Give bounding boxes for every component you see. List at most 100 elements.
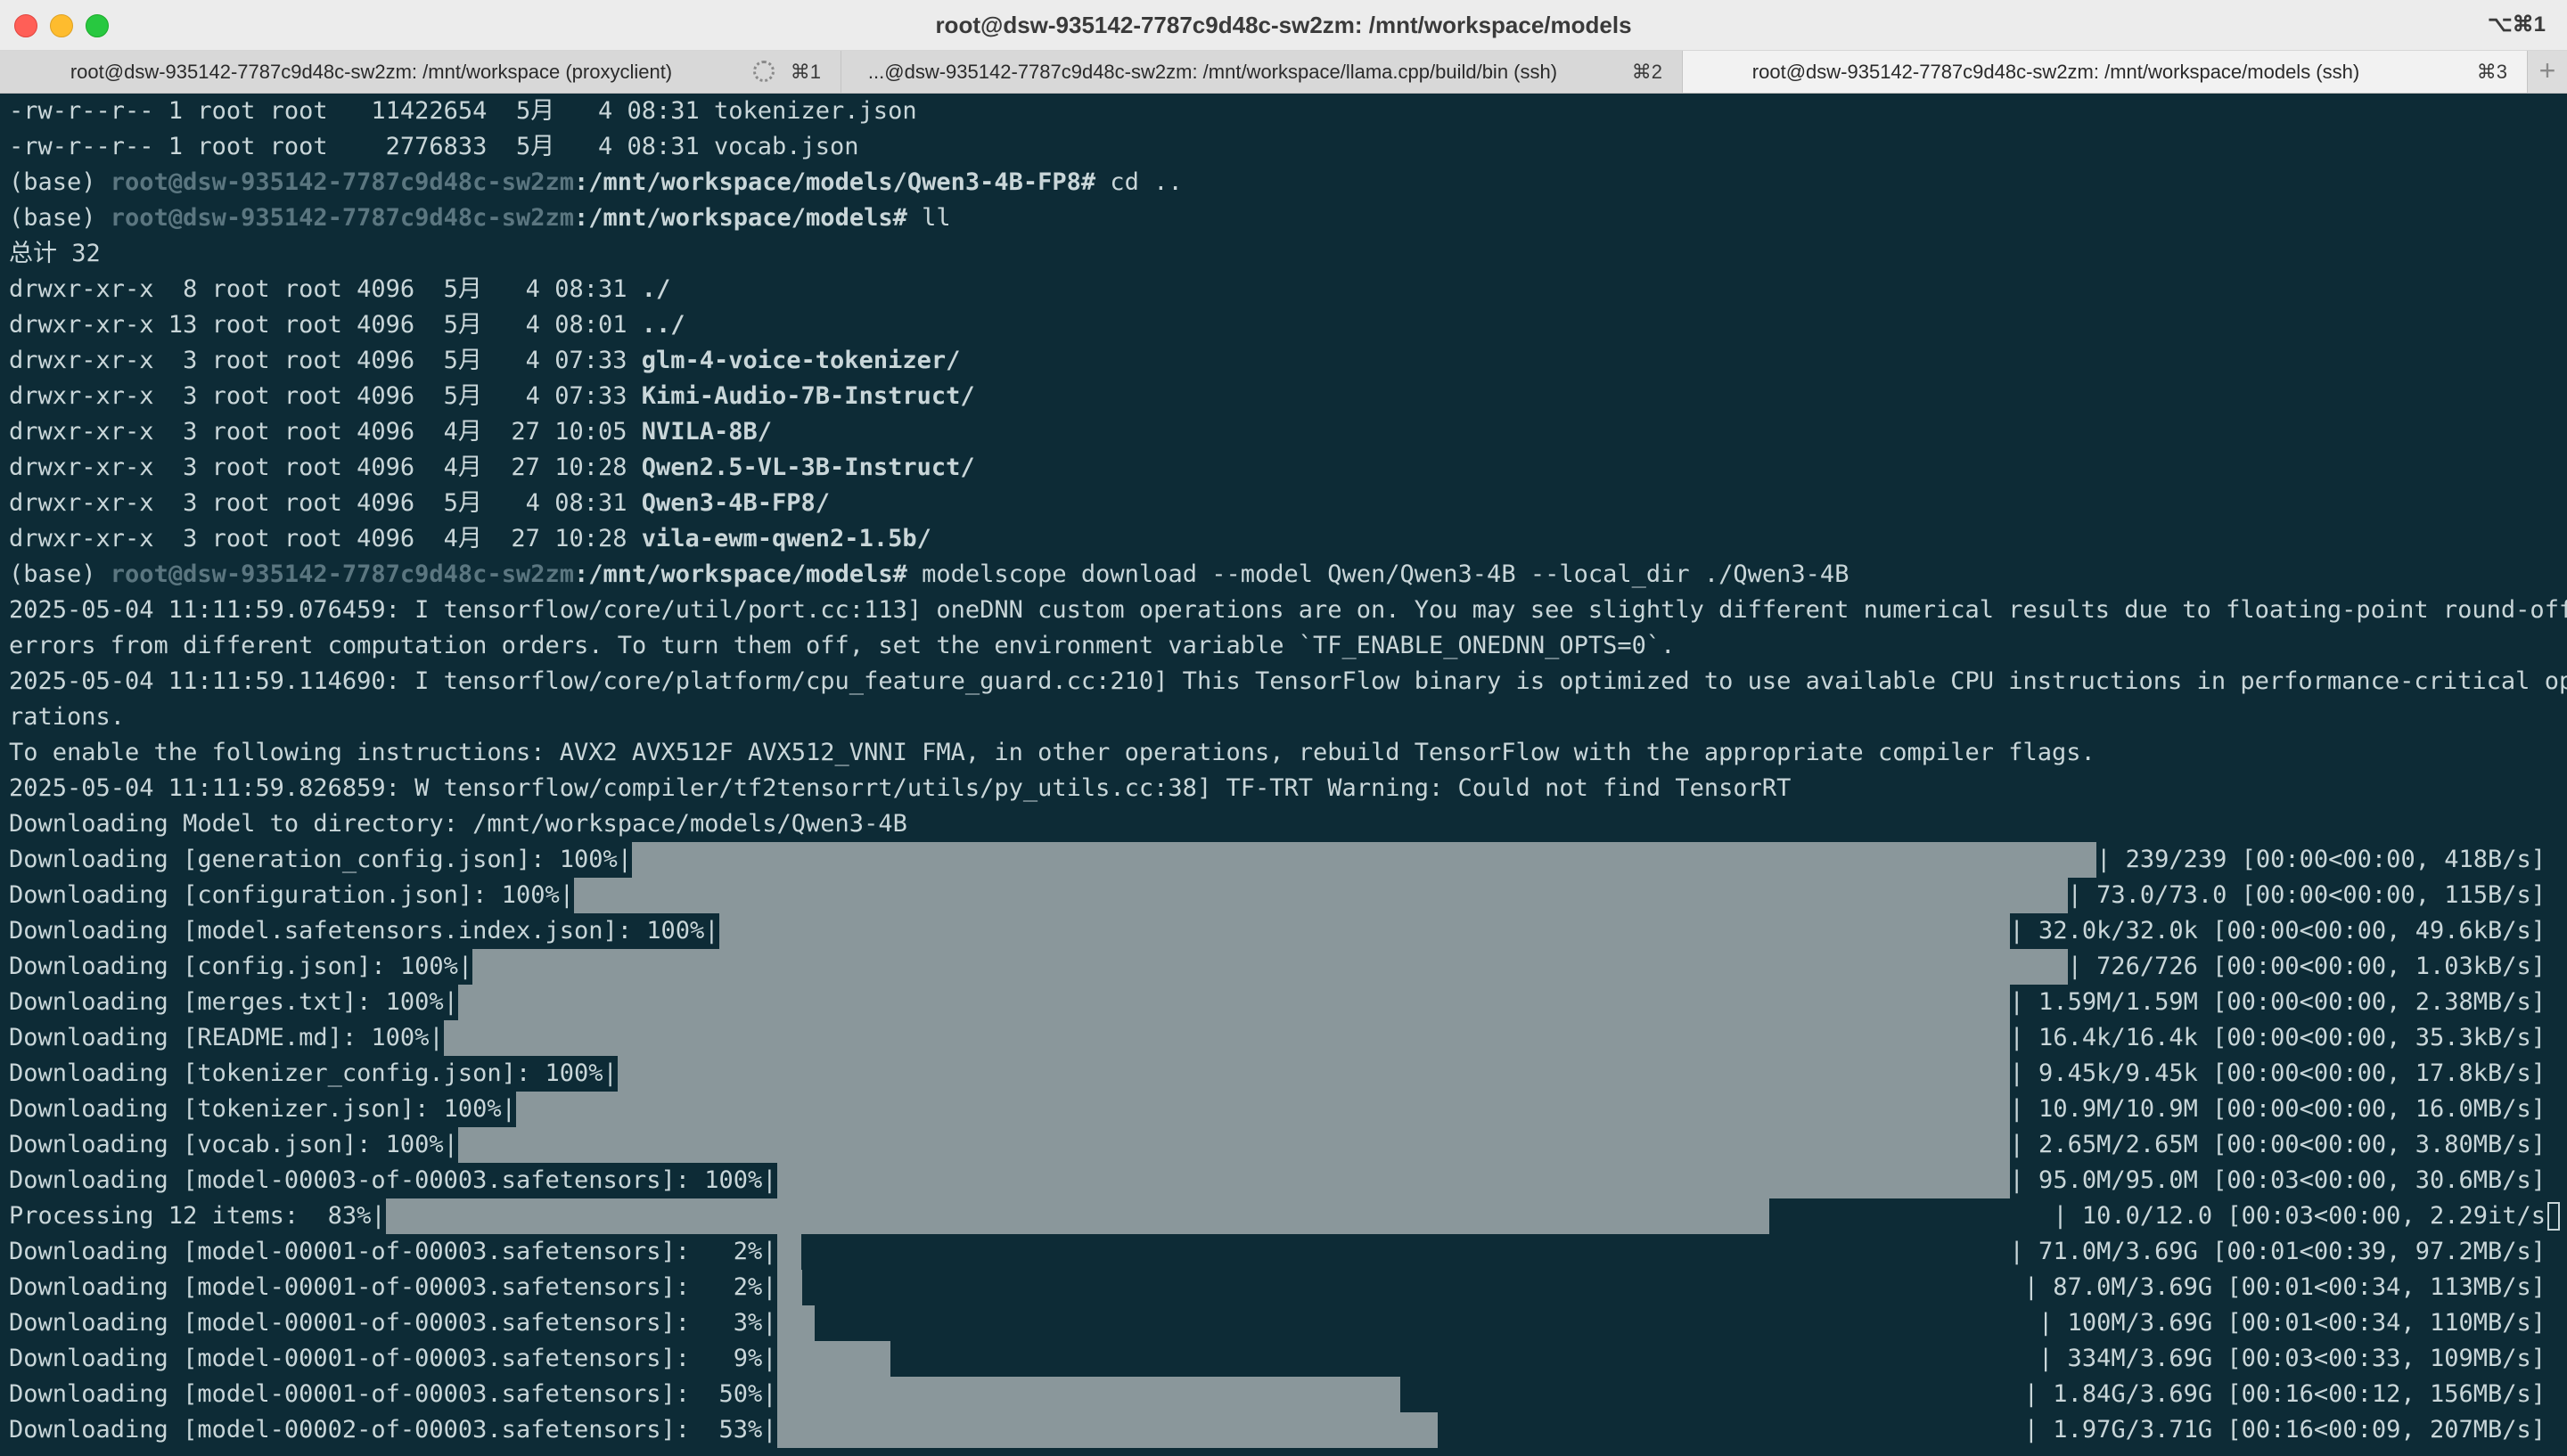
progress-bar-fill	[776, 1341, 890, 1377]
progress-stats: | 95.0M/95.0M [00:03<00:00, 30.6MB/s]	[2009, 1166, 2546, 1194]
tab-label: ...@dsw-935142-7787c9d48c-sw2zm: /mnt/wo…	[867, 61, 1558, 83]
prompt-user: root@dsw-935142-7787c9d48c-sw2zm	[110, 560, 574, 588]
dir-listing-line: drwxr-xr-x 3 root root 4096 5月 4 08:31 Q…	[9, 486, 830, 521]
progress-label: Downloading [model.safetensors.index.jso…	[9, 917, 719, 945]
progress-label: Downloading [model-00001-of-00003.safete…	[9, 1309, 777, 1337]
progress-bar-fill	[515, 1092, 2010, 1127]
progress-stats: | 100M/3.69G [00:01<00:34, 110MB/s]	[2038, 1309, 2546, 1337]
tab-bar: root@dsw-935142-7787c9d48c-sw2zm: /mnt/w…	[0, 51, 2567, 94]
progress-stats: | 73.0/73.0 [00:00<00:00, 115B/s]	[2067, 881, 2546, 909]
progress-bar-fill	[776, 1377, 1401, 1412]
tab-label: root@dsw-935142-7787c9d48c-sw2zm: /mnt/w…	[1751, 61, 2360, 83]
progress-stats: | 1.59M/1.59M [00:00<00:00, 2.38MB/s]	[2009, 988, 2546, 1016]
prompt-command: ll	[906, 204, 951, 232]
log-line: 2025-05-04 11:11:59.114690: I tensorflow…	[9, 667, 2567, 695]
log-line: errors from different computation orders…	[9, 632, 1676, 659]
tab-shortcut: ⌘2	[1631, 61, 1662, 83]
tab-llama-bin[interactable]: ...@dsw-935142-7787c9d48c-sw2zm: /mnt/wo…	[841, 51, 1683, 93]
progress-label: Downloading [tokenizer.json]: 100%|	[9, 1095, 516, 1123]
tab-models[interactable]: root@dsw-935142-7787c9d48c-sw2zm: /mnt/w…	[1683, 51, 2528, 93]
prompt-user: root@dsw-935142-7787c9d48c-sw2zm	[110, 168, 574, 196]
prompt-env: (base)	[9, 168, 111, 196]
dir-listing-line: drwxr-xr-x 13 root root 4096 5月 4 08:01 …	[9, 307, 685, 343]
dir-name: ./	[641, 275, 671, 303]
progress-bar-fill	[385, 1198, 1770, 1234]
progress-label: Downloading [model-00002-of-00003.safete…	[9, 1416, 777, 1444]
activity-spinner-icon	[753, 61, 775, 82]
progress-label: Downloading [vocab.json]: 100%|	[9, 1131, 458, 1158]
progress-stats: | 16.4k/16.4k [00:00<00:00, 35.3kB/s]	[2009, 1024, 2546, 1051]
dir-meta: drwxr-xr-x 3 root root 4096 4月 27 10:28	[9, 525, 642, 552]
progress-stats: | 2.65M/2.65M [00:00<00:00, 3.80MB/s]	[2009, 1131, 2546, 1158]
prompt-env: (base)	[9, 560, 111, 588]
progress-label: Downloading [model-00003-of-00003.safete…	[9, 1166, 777, 1194]
dir-meta: drwxr-xr-x 3 root root 4096 4月 27 10:28	[9, 454, 642, 481]
prompt-path: :/mnt/workspace/models/Qwen3-4B-FP8#	[573, 168, 1096, 196]
progress-label: Downloading [model-00001-of-00003.safete…	[9, 1238, 777, 1265]
terminal-cursor	[2547, 1202, 2560, 1231]
progress-bar-fill	[443, 1020, 2010, 1056]
window-shortcut: ⌥⌘1	[2487, 12, 2546, 37]
prompt-path: :/mnt/workspace/models#	[573, 204, 907, 232]
dir-name: NVILA-8B/	[641, 418, 773, 446]
tab-shortcut: ⌘1	[790, 61, 821, 83]
progress-label: Downloading [generation_config.json]: 10…	[9, 846, 632, 873]
progress-bar-fill	[776, 1234, 802, 1270]
new-tab-button[interactable]: +	[2528, 51, 2567, 93]
dir-name: vila-ewm-qwen2-1.5b/	[641, 525, 931, 552]
progress-bar-fill	[457, 1127, 2010, 1163]
progress-bar-fill	[776, 1412, 1439, 1448]
log-line: rations.	[9, 703, 126, 731]
terminal-line: -rw-r--r-- 1 root root 2776833 5月 4 08:3…	[9, 133, 859, 160]
terminal-output[interactable]: -rw-r--r-- 1 root root 11422654 5月 4 08:…	[0, 94, 2567, 1456]
dir-listing-line: drwxr-xr-x 3 root root 4096 4月 27 10:28 …	[9, 521, 931, 557]
dir-name: Qwen2.5-VL-3B-Instruct/	[641, 454, 975, 481]
prompt-command: cd ..	[1095, 168, 1183, 196]
dir-name: glm-4-voice-tokenizer/	[641, 347, 961, 374]
shell-prompt-line: (base) root@dsw-935142-7787c9d48c-sw2zm:…	[9, 200, 951, 236]
progress-label: Downloading [model-00001-of-00003.safete…	[9, 1380, 777, 1408]
title-bar: root@dsw-935142-7787c9d48c-sw2zm: /mnt/w…	[0, 0, 2567, 51]
progress-label: Downloading [config.json]: 100%|	[9, 953, 473, 980]
dir-meta: drwxr-xr-x 8 root root 4096 5月 4 08:31	[9, 275, 642, 303]
tab-shortcut: ⌘3	[2476, 61, 2507, 83]
shell-prompt-line: (base) root@dsw-935142-7787c9d48c-sw2zm:…	[9, 557, 1849, 593]
dir-listing-line: drwxr-xr-x 3 root root 4096 4月 27 10:28 …	[9, 450, 975, 486]
prompt-path: :/mnt/workspace/models#	[573, 560, 907, 588]
dir-meta: drwxr-xr-x 3 root root 4096 4月 27 10:05	[9, 418, 642, 446]
progress-bar-fill	[472, 949, 2068, 985]
progress-bar-fill	[617, 1056, 2010, 1092]
dir-meta: drwxr-xr-x 13 root root 4096 5月 4 08:01	[9, 311, 642, 339]
progress-label: Downloading [tokenizer_config.json]: 100…	[9, 1059, 618, 1087]
dir-listing-line: drwxr-xr-x 3 root root 4096 4月 27 10:05 …	[9, 414, 772, 450]
progress-label: Downloading [model-00001-of-00003.safete…	[9, 1345, 777, 1372]
shell-prompt-line: (base) root@dsw-935142-7787c9d48c-sw2zm:…	[9, 165, 1183, 200]
dir-meta: drwxr-xr-x 3 root root 4096 5月 4 08:31	[9, 489, 642, 517]
prompt-env: (base)	[9, 204, 111, 232]
progress-bar-fill	[573, 878, 2068, 913]
progress-stats: | 32.0k/32.0k [00:00<00:00, 49.6kB/s]	[2009, 917, 2546, 945]
progress-stats: | 87.0M/3.69G [00:01<00:34, 113MB/s]	[2023, 1273, 2546, 1301]
progress-label: Downloading [merges.txt]: 100%|	[9, 988, 458, 1016]
terminal-line: -rw-r--r-- 1 root root 11422654 5月 4 08:…	[9, 97, 917, 125]
progress-bar-fill	[776, 1305, 815, 1341]
dir-meta: drwxr-xr-x 3 root root 4096 5月 4 07:33	[9, 382, 642, 410]
progress-bar-fill	[457, 985, 2010, 1020]
terminal-line: 总计 32	[9, 240, 101, 267]
progress-bar-fill	[631, 842, 2097, 878]
progress-stats: | 1.97G/3.71G [00:16<00:09, 207MB/s]	[2023, 1416, 2546, 1444]
log-line: 2025-05-04 11:11:59.826859: W tensorflow…	[9, 774, 1792, 802]
tab-proxyclient[interactable]: root@dsw-935142-7787c9d48c-sw2zm: /mnt/w…	[0, 51, 841, 93]
progress-label: Downloading [model-00001-of-00003.safete…	[9, 1273, 777, 1301]
progress-stats: | 334M/3.69G [00:03<00:33, 109MB/s]	[2038, 1345, 2546, 1372]
prompt-command: modelscope download --model Qwen/Qwen3-4…	[906, 560, 1849, 588]
tab-label: root@dsw-935142-7787c9d48c-sw2zm: /mnt/w…	[70, 61, 673, 83]
dir-name: Qwen3-4B-FP8/	[641, 489, 831, 517]
dir-listing-line: drwxr-xr-x 3 root root 4096 5月 4 07:33 K…	[9, 379, 975, 414]
progress-bar-fill	[776, 1163, 2010, 1198]
progress-bar-fill	[776, 1270, 802, 1305]
dir-name: ../	[641, 311, 685, 339]
progress-stats: | 726/726 [00:00<00:00, 1.03kB/s]	[2067, 953, 2546, 980]
progress-label: Downloading [configuration.json]: 100%|	[9, 881, 574, 909]
progress-label: Downloading [README.md]: 100%|	[9, 1024, 444, 1051]
